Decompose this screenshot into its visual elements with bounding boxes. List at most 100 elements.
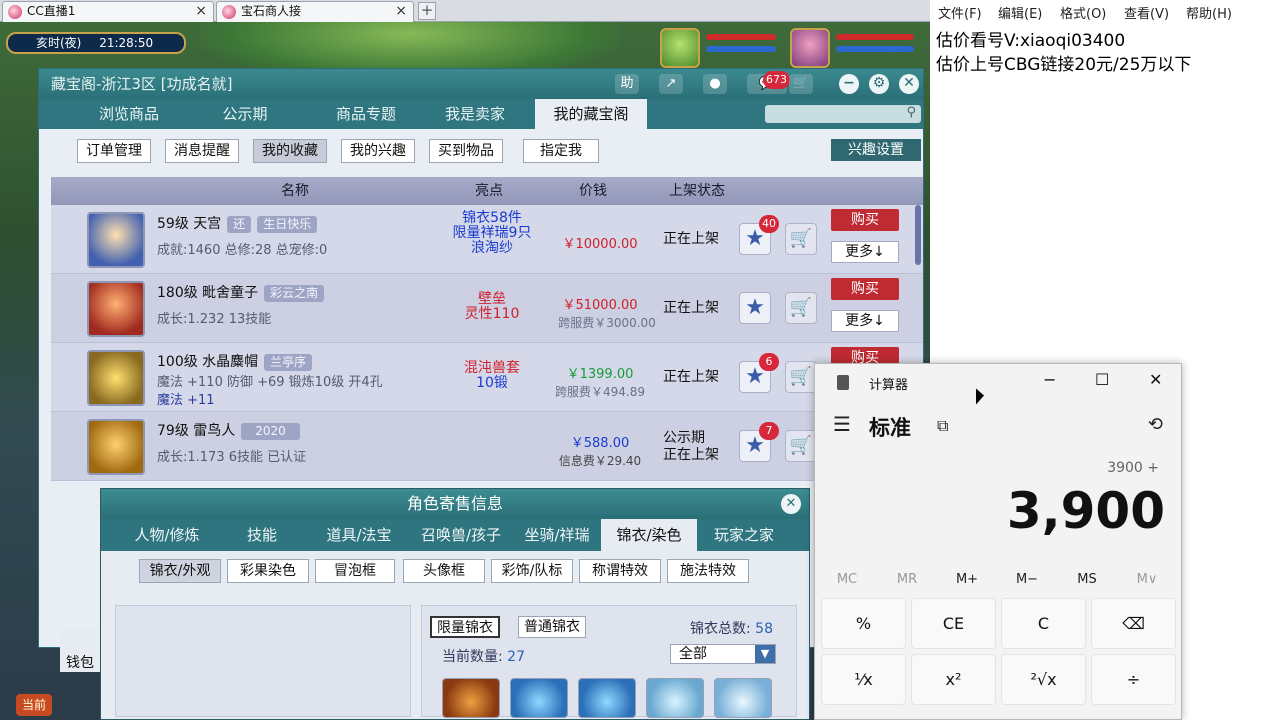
close-icon[interactable]: ✕ (899, 74, 919, 94)
limited-outfit-button[interactable]: 限量锦衣 (430, 616, 500, 638)
outfit-thumb[interactable] (510, 678, 568, 718)
close-icon[interactable]: ✕ (1149, 370, 1162, 389)
subtab-title-effect[interactable]: 称谓特效 (579, 559, 661, 583)
buy-button[interactable]: 购买 (831, 278, 899, 300)
player-portrait[interactable] (790, 28, 830, 68)
tab-outfits[interactable]: 锦衣/染色 (601, 519, 697, 551)
outfit-thumb[interactable] (578, 678, 636, 718)
record-icon[interactable]: ● (703, 74, 727, 94)
tab-home[interactable]: 玩家之家 (699, 519, 789, 551)
text-line[interactable]: 估价上号CBG链接20元/25万以下 (936, 50, 1191, 75)
menu-view[interactable]: 查看(V) (1124, 3, 1169, 22)
cart-icon[interactable]: 🛒 (785, 430, 817, 462)
cart-icon[interactable]: 🛒 (789, 74, 813, 94)
subtab-favorites[interactable]: 我的收藏 (253, 139, 327, 163)
avatar[interactable] (87, 212, 145, 268)
subtab-team-mark[interactable]: 彩饰/队标 (491, 559, 573, 583)
outfit-thumb[interactable] (646, 678, 704, 718)
favorite-star-icon[interactable]: ★ (739, 292, 771, 324)
subtab-dye[interactable]: 彩果染色 (227, 559, 309, 583)
avatar[interactable] (87, 281, 145, 337)
mem-list[interactable]: M∨ (1117, 572, 1177, 587)
table-scrollbar[interactable] (915, 205, 921, 265)
subtab-bubble[interactable]: 冒泡框 (315, 559, 395, 583)
browser-tab-2[interactable]: 宝石商人接 × (216, 1, 414, 22)
subtab-alerts[interactable]: 消息提醒 (165, 139, 239, 163)
history-icon[interactable]: ⟲ (1148, 414, 1163, 435)
tab-topics[interactable]: 商品专题 (311, 99, 421, 129)
tab-my-pavilion[interactable]: 我的藏宝阁 (535, 99, 647, 129)
browser-tab-1[interactable]: CC直播1 × (2, 1, 214, 22)
new-tab-button[interactable]: + (418, 2, 436, 20)
subtab-orders[interactable]: 订单管理 (77, 139, 151, 163)
tab-mounts[interactable]: 坐骑/祥瑞 (511, 519, 603, 551)
current-channel-button[interactable]: 当前 (16, 694, 52, 716)
mem-add[interactable]: M+ (937, 572, 997, 587)
outfit-thumb[interactable] (442, 678, 500, 718)
menu-icon[interactable]: ☰ (833, 412, 851, 436)
subtab-assigned[interactable]: 指定我 (523, 139, 599, 163)
mem-clear[interactable]: MC (817, 572, 877, 587)
buy-button[interactable]: 购买 (831, 209, 899, 231)
menu-file[interactable]: 文件(F) (938, 3, 982, 22)
subtab-bought[interactable]: 买到物品 (429, 139, 503, 163)
help-button[interactable]: 助 (615, 74, 639, 94)
table-row[interactable]: 100级 水晶麋帽 兰亭序 魔法 +110 防御 +69 锻炼10级 开4孔 魔法… (51, 343, 923, 412)
tab-items[interactable]: 道具/法宝 (313, 519, 405, 551)
minimize-icon[interactable]: − (839, 74, 859, 94)
sqrt-key[interactable]: ²√x (1001, 654, 1086, 705)
chevron-down-icon[interactable]: ▼ (755, 645, 775, 663)
table-row[interactable]: 180级 毗舍童子 彩云之南 成长:1.232 13技能 壁垒 灵性110 ￥51… (51, 274, 923, 343)
clear-entry-key[interactable]: CE (911, 598, 996, 649)
normal-outfit-button[interactable]: 普通锦衣 (518, 616, 586, 638)
filter-select[interactable]: 全部 ▼ (670, 644, 776, 664)
outfit-thumb[interactable] (714, 678, 772, 718)
avatar[interactable] (87, 350, 145, 406)
tab-seller[interactable]: 我是卖家 (425, 99, 525, 129)
tab-browse[interactable]: 浏览商品 (79, 99, 179, 129)
cart-icon[interactable]: 🛒 (785, 223, 817, 255)
reciprocal-key[interactable]: ¹⁄x (821, 654, 906, 705)
search-input[interactable]: ⚲ (765, 105, 921, 123)
close-icon[interactable]: ✕ (781, 494, 801, 514)
mem-subtract[interactable]: M− (997, 572, 1057, 587)
more-button[interactable]: 更多↓ (831, 241, 899, 263)
more-button[interactable]: 更多↓ (831, 310, 899, 332)
divide-key[interactable]: ÷ (1091, 654, 1176, 705)
tab-skills[interactable]: 技能 (225, 519, 299, 551)
percent-key[interactable]: % (821, 598, 906, 649)
text-line[interactable]: 估价看号V:xiaoqi03400 (936, 26, 1125, 51)
subtab-outfit[interactable]: 锦衣/外观 (139, 559, 221, 583)
clear-key[interactable]: C (1001, 598, 1086, 649)
settings-icon[interactable]: ⚙ (869, 74, 889, 94)
close-tab-icon[interactable]: × (195, 2, 207, 21)
keep-on-top-icon[interactable]: ⧉ (937, 416, 948, 436)
tab-pets[interactable]: 召唤兽/孩子 (407, 519, 515, 551)
cart-icon[interactable]: 🛒 (785, 292, 817, 324)
table-row[interactable]: 59级 天宫还生日快乐 成就:1460 总修:28 总宠修:0 锦衣58件 限量… (51, 205, 923, 274)
maximize-icon[interactable]: ☐ (1095, 370, 1109, 389)
subtab-cast-effect[interactable]: 施法特效 (667, 559, 749, 583)
table-row[interactable]: 79级 雷鸟人 2020 成长:1.173 6技能 已认证 ￥588.00 信息费… (51, 412, 923, 481)
close-tab-icon[interactable]: × (395, 2, 407, 21)
share-icon[interactable]: ↗ (659, 74, 683, 94)
tab-public[interactable]: 公示期 (195, 99, 295, 129)
avatar[interactable] (87, 419, 145, 475)
mode-label: 标准 (869, 416, 911, 440)
menu-edit[interactable]: 编辑(E) (998, 3, 1042, 22)
mem-store[interactable]: MS (1057, 572, 1117, 587)
square-key[interactable]: x² (911, 654, 996, 705)
search-icon[interactable]: ⚲ (906, 105, 916, 120)
menu-format[interactable]: 格式(O) (1060, 3, 1106, 22)
backspace-key[interactable]: ⌫ (1091, 598, 1176, 649)
subtab-avatar-frame[interactable]: 头像框 (403, 559, 485, 583)
menu-help[interactable]: 帮助(H) (1186, 3, 1232, 22)
tab-character[interactable]: 人物/修炼 (117, 519, 217, 551)
interest-settings-button[interactable]: 兴趣设置 (831, 139, 921, 161)
subtab-interests[interactable]: 我的兴趣 (341, 139, 415, 163)
pet-portrait[interactable] (660, 28, 700, 68)
mem-recall[interactable]: MR (877, 572, 937, 587)
cart-icon[interactable]: 🛒 (785, 361, 817, 393)
highlight-line: 浪淘纱 (471, 240, 513, 256)
minimize-icon[interactable]: − (1043, 370, 1056, 389)
